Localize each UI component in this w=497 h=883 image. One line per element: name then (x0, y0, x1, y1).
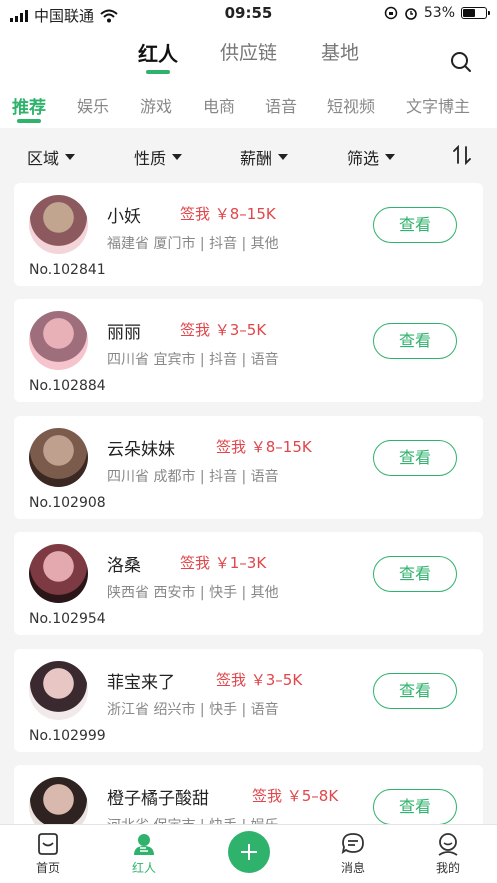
influencer-name: 洛桑 (107, 556, 141, 576)
sign-price: 签我 ￥3–5K (216, 671, 303, 689)
search-icon[interactable] (449, 50, 473, 74)
sign-price: 签我 ￥8–15K (180, 205, 276, 223)
filter-salary[interactable]: 薪酬 (240, 145, 289, 169)
header: 红人 供应链 基地 推荐 娱乐 游戏 电商 语音 短视频 文字博主 (0, 28, 497, 128)
avatar[interactable] (29, 661, 88, 720)
filter-more[interactable]: 筛选 (347, 145, 396, 169)
influencer-meta: 四川省 宜宾市 | 抖音 | 语音 (107, 352, 279, 368)
view-button[interactable]: 查看 (373, 789, 457, 825)
influencer-card[interactable]: No.102884 丽丽 签我 ￥3–5K 四川省 宜宾市 | 抖音 | 语音 查看 (14, 299, 483, 402)
influencer-card[interactable]: No.102954 洛桑 签我 ￥1–3K 陕西省 西安市 | 快手 | 其他 查看 (14, 532, 483, 635)
influencer-name: 小妖 (107, 207, 141, 227)
influencer-meta: 浙江省 绍兴市 | 快手 | 语音 (107, 702, 279, 718)
category-tab-entertainment[interactable]: 娱乐 (77, 93, 109, 117)
influencer-number: No.102999 (29, 728, 106, 744)
tab-base[interactable]: 基地 (321, 38, 359, 65)
avatar[interactable] (29, 544, 88, 603)
category-tab-voice[interactable]: 语音 (265, 93, 297, 117)
view-button[interactable]: 查看 (373, 323, 457, 359)
dropdown-arrow-icon (65, 154, 76, 160)
sign-price: 签我 ￥8–15K (216, 438, 312, 456)
view-button[interactable]: 查看 (373, 440, 457, 476)
influencer-name: 丽丽 (107, 323, 141, 343)
tab-messages[interactable]: 消息 (323, 831, 383, 876)
sign-price: 签我 ￥3–5K (180, 321, 267, 339)
filter-nature[interactable]: 性质 (134, 145, 183, 169)
category-tab-ecommerce[interactable]: 电商 (203, 93, 235, 117)
profile-icon (438, 833, 458, 856)
influencer-icon (134, 834, 154, 855)
tab-home[interactable]: 首页 (18, 831, 78, 876)
top-tabs: 红人 供应链 基地 (0, 38, 497, 78)
avatar[interactable] (29, 195, 88, 254)
influencer-card[interactable]: No.102908 云朵妹妹 签我 ￥8–15K 四川省 成都市 | 抖音 | 语音 查… (14, 416, 483, 519)
category-tabs: 推荐 娱乐 游戏 电商 语音 短视频 文字博主 (0, 90, 497, 126)
alarm-icon (405, 8, 417, 20)
filter-region[interactable]: 区域 (27, 145, 76, 169)
dropdown-arrow-icon (385, 154, 396, 160)
tab-profile[interactable]: 我的 (418, 831, 478, 876)
influencer-number: No.102884 (29, 378, 106, 394)
influencer-meta: 四川省 成都市 | 抖音 | 语音 (107, 469, 279, 485)
influencer-name: 云朵妹妹 (107, 440, 175, 460)
tab-influencer[interactable]: 红人 (138, 38, 178, 74)
dropdown-arrow-icon (278, 154, 289, 160)
influencer-meta: 陕西省 西安市 | 快手 | 其他 (107, 585, 279, 601)
category-tab-text-blogger[interactable]: 文字博主 (406, 93, 470, 117)
category-tab-recommended[interactable]: 推荐 (12, 93, 46, 123)
influencer-meta: 福建省 厦门市 | 抖音 | 其他 (107, 236, 279, 252)
dropdown-arrow-icon (172, 154, 183, 160)
rotation-lock-icon (384, 6, 398, 20)
battery-icon (461, 7, 490, 19)
avatar[interactable] (29, 428, 88, 487)
influencer-number: No.102954 (29, 611, 106, 627)
active-category-indicator (17, 119, 41, 123)
tab-supply-chain[interactable]: 供应链 (220, 38, 277, 65)
influencer-number: No.102908 (29, 495, 106, 511)
view-button[interactable]: 查看 (373, 207, 457, 243)
status-bar: 中国联通 09:55 53% (0, 0, 497, 28)
sign-price: 签我 ￥5–8K (252, 787, 339, 805)
influencer-number: No.102841 (29, 262, 106, 278)
bottom-tab-bar: 首页 红人 消息 我的 (0, 824, 497, 883)
filter-bar: 区域 性质 薪酬 筛选 (0, 128, 497, 182)
message-icon (341, 833, 364, 854)
influencer-card[interactable]: No.102999 菲宝来了 签我 ￥3–5K 浙江省 绍兴市 | 快手 | 语音 查看 (14, 649, 483, 752)
tab-influencer-bottom[interactable]: 红人 (114, 831, 174, 876)
category-tab-games[interactable]: 游戏 (140, 93, 172, 117)
active-tab-indicator (146, 70, 170, 74)
avatar[interactable] (29, 311, 88, 370)
home-icon (38, 833, 58, 855)
battery-percent: 53% (423, 5, 455, 21)
category-tab-short-video[interactable]: 短视频 (327, 93, 375, 117)
view-button[interactable]: 查看 (373, 556, 457, 592)
plus-icon[interactable] (228, 831, 270, 873)
influencer-card[interactable]: No.102841 小妖 签我 ￥8–15K 福建省 厦门市 | 抖音 | 其他 查看 (14, 183, 483, 286)
sign-price: 签我 ￥1–3K (180, 554, 267, 572)
sort-icon[interactable] (453, 145, 471, 165)
view-button[interactable]: 查看 (373, 673, 457, 709)
influencer-name: 橙子橘子酸甜 (107, 789, 209, 809)
influencer-name: 菲宝来了 (107, 673, 175, 693)
